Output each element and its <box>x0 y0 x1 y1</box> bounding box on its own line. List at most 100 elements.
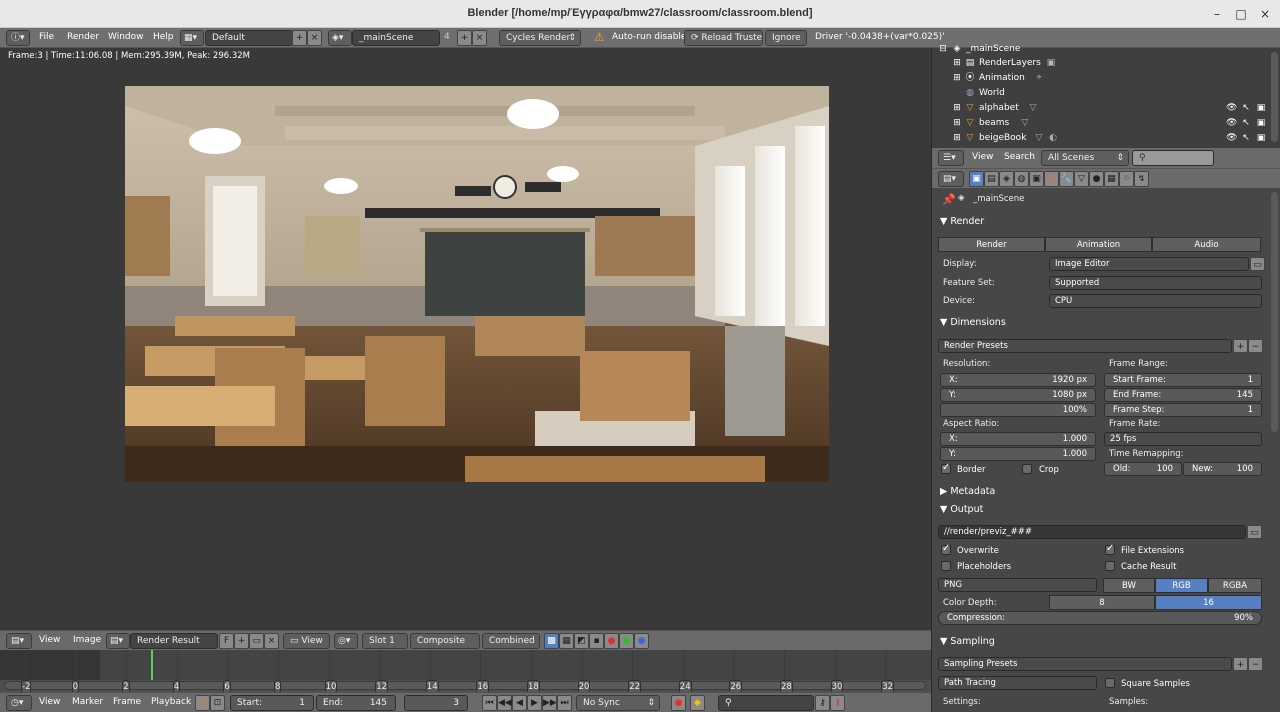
file-format-dropdown[interactable]: PNG <box>938 578 1097 592</box>
remove-preset-icon[interactable]: − <box>1248 657 1263 671</box>
remove-preset-icon[interactable]: − <box>1248 339 1263 353</box>
scene-tab-icon[interactable]: ◈ <box>999 171 1014 187</box>
current-frame-marker[interactable] <box>150 650 153 680</box>
start-frame-field[interactable]: Start: 1 <box>230 695 314 711</box>
outliner-item[interactable]: ⊞ ▽ beams ▽ 👁 ↖ ▣ <box>932 116 1272 131</box>
remove-scene-icon[interactable]: × <box>472 30 487 46</box>
expand-icon[interactable]: ⊞ <box>952 73 962 83</box>
material-tab-icon[interactable]: ● <box>1089 171 1104 187</box>
add-preset-icon[interactable]: + <box>1233 339 1248 353</box>
expand-icon[interactable]: ⊞ <box>952 118 962 128</box>
metadata-section-header[interactable]: ▶ Metadata <box>940 486 995 497</box>
menu-marker[interactable]: Marker <box>72 697 103 707</box>
menu-view[interactable]: View <box>972 152 993 162</box>
render-engine-dropdown[interactable]: Cycles Render ⇕ <box>499 30 581 46</box>
end-frame-field[interactable]: End: 145 <box>316 695 396 711</box>
sequencer-icon[interactable]: ▪ <box>589 633 604 649</box>
audio-button[interactable]: Audio <box>1152 237 1261 252</box>
visibility-eye-icon[interactable]: 👁 <box>1226 103 1237 113</box>
physics-tab-icon[interactable]: ↯ <box>1134 171 1149 187</box>
render-section-header[interactable]: ▼ Render <box>940 216 984 227</box>
expand-icon[interactable]: ⊞ <box>952 103 962 113</box>
sampling-presets-dropdown[interactable]: Sampling Presets <box>938 657 1232 671</box>
menu-image[interactable]: Image <box>73 635 101 645</box>
outliner-panel[interactable]: ⊟ ◈ _mainScene ⊞ ▤ RenderLayers ▣ ⊞ ⦿ An… <box>931 44 1280 148</box>
ignore-button[interactable]: Ignore <box>765 30 807 46</box>
square-samples-checkbox[interactable] <box>1105 678 1115 688</box>
output-section-header[interactable]: ▼ Output <box>940 504 983 515</box>
pass-dropdown[interactable]: Combined <box>482 633 540 649</box>
menu-window[interactable]: Window <box>108 32 144 42</box>
feature-set-dropdown[interactable]: Supported <box>1049 276 1262 290</box>
file-extensions-checkbox[interactable] <box>1105 543 1115 555</box>
cache-result-checkbox[interactable] <box>1105 561 1115 571</box>
visibility-eye-icon[interactable]: 👁 <box>1226 118 1237 128</box>
menu-render[interactable]: Render <box>67 32 99 42</box>
menu-playback[interactable]: Playback <box>151 697 191 707</box>
crop-checkbox[interactable] <box>1022 464 1032 474</box>
frame-rate-dropdown[interactable]: 25 fps <box>1104 432 1262 446</box>
menu-view[interactable]: View <box>39 635 60 645</box>
menu-view[interactable]: View <box>39 697 60 707</box>
keying-set-icon[interactable]: ◆ <box>690 695 705 711</box>
collapse-icon[interactable]: ⊟ <box>938 44 948 54</box>
prev-keyframe-icon[interactable]: ◀◀ <box>497 695 512 711</box>
display-mode-dropdown[interactable]: All Scenes ⇕ <box>1041 150 1129 166</box>
start-frame-field[interactable]: Start Frame: 1 <box>1104 373 1262 387</box>
layer-dropdown[interactable]: Composite <box>410 633 480 649</box>
green-channel-icon[interactable]: ● <box>619 633 634 649</box>
alpha-icon[interactable]: ▦ <box>559 633 574 649</box>
dimensions-section-header[interactable]: ▼ Dimensions <box>940 317 1006 328</box>
red-channel-icon[interactable]: ● <box>604 633 619 649</box>
render-button[interactable]: Render <box>938 237 1045 252</box>
timeline-area[interactable]: -2 0 2 4 6 8 10 12 14 16 18 20 22 24 26 28 30 32 <box>0 650 931 694</box>
output-path-field[interactable]: //render/previz_### <box>938 525 1246 539</box>
current-frame-field[interactable]: 3 <box>404 695 468 711</box>
data-tab-icon[interactable]: ▽ <box>1074 171 1089 187</box>
next-keyframe-icon[interactable]: ▶▶ <box>542 695 557 711</box>
delete-keyframe-icon[interactable]: ⚷ <box>830 695 845 711</box>
menu-file[interactable]: File <box>39 32 54 42</box>
object-tab-icon[interactable]: ▣ <box>1029 171 1044 187</box>
view-mode-dropdown[interactable]: ▭ View <box>283 633 330 649</box>
add-layout-icon[interactable]: + <box>292 30 307 46</box>
menu-frame[interactable]: Frame <box>113 697 141 707</box>
color-rgba-button[interactable]: RGBA <box>1208 578 1262 593</box>
lock-icon[interactable]: ⊡ <box>210 695 225 711</box>
fake-user-button[interactable]: F <box>219 633 234 649</box>
add-preset-icon[interactable]: + <box>1233 657 1248 671</box>
border-checkbox[interactable] <box>941 462 951 474</box>
animation-button[interactable]: Animation <box>1045 237 1152 252</box>
insert-keyframe-icon[interactable]: ⚷ <box>815 695 830 711</box>
editor-type-icon[interactable]: ▤▾ <box>6 633 32 649</box>
scene-field[interactable]: _mainScene <box>352 30 440 46</box>
display-dropdown[interactable]: Image Editor <box>1049 257 1249 271</box>
render-layers-tab-icon[interactable]: ▤ <box>984 171 999 187</box>
resolution-percentage-field[interactable]: 100% <box>940 403 1096 417</box>
render-presets-dropdown[interactable]: Render Presets <box>938 339 1232 353</box>
render-result-image[interactable] <box>125 86 829 482</box>
layout-field[interactable]: Default <box>205 30 293 46</box>
color-rgb-button[interactable]: RGB <box>1155 578 1208 593</box>
display-window-icon[interactable]: ▭ <box>1250 257 1265 271</box>
select-arrow-icon[interactable]: ↖ <box>1241 118 1251 128</box>
preview-range-icon[interactable]: ◷ <box>195 695 210 711</box>
frame-step-field[interactable]: Frame Step: 1 <box>1104 403 1262 417</box>
pivot-icon[interactable]: ◎▾ <box>334 633 358 649</box>
maximize-button[interactable]: □ <box>1232 6 1250 22</box>
remap-old-field[interactable]: Old: 100 <box>1104 462 1182 476</box>
render-camera-icon[interactable]: ▣ <box>1256 103 1266 113</box>
editor-type-icon[interactable]: ⓘ▾ <box>6 30 30 46</box>
overwrite-checkbox[interactable] <box>941 543 951 555</box>
outliner-search-input[interactable]: ⚲ <box>1132 150 1214 166</box>
particles-tab-icon[interactable]: ⁘ <box>1119 171 1134 187</box>
render-tab-icon[interactable]: ▣ <box>969 171 984 187</box>
new-image-icon[interactable]: + <box>234 633 249 649</box>
render-camera-icon[interactable]: ▣ <box>1256 133 1266 143</box>
properties-scrollbar[interactable] <box>1271 192 1278 432</box>
image-name-field[interactable]: Render Result <box>130 633 218 649</box>
image-browse-icon[interactable]: ▤▾ <box>106 633 130 649</box>
add-scene-icon[interactable]: + <box>457 30 472 46</box>
editor-type-icon[interactable]: ☰▾ <box>938 150 964 166</box>
render-camera-icon[interactable]: ▣ <box>1256 118 1266 128</box>
